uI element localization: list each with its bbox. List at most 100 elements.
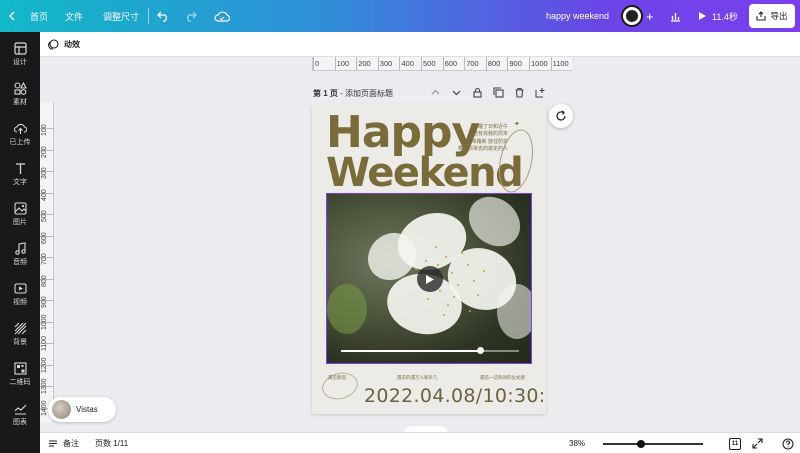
video-progress-fill bbox=[341, 350, 480, 352]
page-title-input[interactable]: 添加页面标题 bbox=[345, 89, 393, 98]
sidebar-item-background[interactable]: 背景 bbox=[0, 314, 40, 354]
ruler-tick bbox=[442, 57, 444, 71]
vistas-thumbnail bbox=[52, 400, 71, 419]
stamen-dot bbox=[415, 268, 417, 270]
avatar[interactable] bbox=[621, 5, 643, 27]
stamen-dot bbox=[453, 296, 455, 298]
cloud-check-icon bbox=[214, 11, 230, 22]
export-button[interactable]: 导出 bbox=[749, 4, 795, 28]
ruler-label: 1200 bbox=[41, 356, 48, 373]
fullscreen-button[interactable] bbox=[752, 433, 763, 453]
lock-icon[interactable] bbox=[472, 87, 483, 98]
stamen-dot bbox=[469, 310, 471, 312]
ruler-label: 1100 bbox=[552, 59, 569, 68]
play-button[interactable] bbox=[417, 266, 443, 292]
regenerate-button[interactable] bbox=[549, 104, 573, 128]
notes-button[interactable]: 备注 bbox=[48, 433, 79, 453]
chevron-left-icon bbox=[8, 11, 15, 21]
sidebar-item-qr-code[interactable]: 二维码 bbox=[0, 354, 40, 394]
design-page[interactable]: Happy Weekend 睡了日和近午 还有找我的周末 探味路新 放任防护 带… bbox=[312, 105, 546, 414]
sidebar-label: 文字 bbox=[13, 178, 27, 186]
stamen-dot bbox=[435, 246, 437, 248]
headline-weekend[interactable]: Weekend bbox=[326, 153, 524, 193]
animate-button[interactable]: 动效 bbox=[64, 39, 80, 50]
sidebar-item-design[interactable]: 设计 bbox=[0, 34, 40, 74]
duplicate-icon[interactable] bbox=[493, 87, 504, 98]
insights-button[interactable] bbox=[670, 0, 681, 32]
zoom-level[interactable]: 38% bbox=[569, 433, 585, 453]
trash-icon[interactable] bbox=[514, 87, 525, 98]
add-page-icon[interactable] bbox=[535, 87, 546, 98]
ring-decoration[interactable] bbox=[319, 368, 361, 404]
ruler-label: 300 bbox=[41, 167, 48, 179]
video-icon bbox=[13, 282, 27, 294]
file-menu[interactable]: 文件 bbox=[65, 0, 83, 32]
stamen-dot bbox=[473, 280, 475, 282]
document-title[interactable]: happy weekend bbox=[546, 0, 609, 32]
notes-label: 备注 bbox=[63, 439, 79, 448]
sidebar-label: 视频 bbox=[13, 298, 27, 306]
video-element[interactable] bbox=[326, 193, 532, 364]
ruler-tick bbox=[356, 57, 358, 71]
ruler-label: 500 bbox=[41, 210, 48, 222]
datetime-text[interactable]: 2022.04.08/10:30:50 bbox=[364, 385, 546, 407]
upload-cloud-icon bbox=[13, 123, 27, 134]
sidebar-label: 设计 bbox=[13, 58, 27, 66]
sidebar-label: 背景 bbox=[13, 338, 27, 346]
zoom-slider[interactable] bbox=[603, 440, 703, 448]
sidebar-label: 素材 bbox=[13, 98, 27, 106]
ruler-label: 1400 bbox=[41, 399, 48, 416]
present-button[interactable]: 11.4秒 bbox=[698, 0, 738, 32]
ruler-label: 1000 bbox=[41, 313, 48, 330]
notes-icon bbox=[49, 440, 57, 447]
background-icon bbox=[14, 322, 26, 334]
video-progress-handle[interactable] bbox=[476, 347, 484, 354]
ruler-label: 1300 bbox=[41, 378, 48, 394]
page-header: 第 1 页 - 添加页面标题 bbox=[313, 88, 393, 99]
sidebar-item-charts[interactable]: 图表 bbox=[0, 394, 40, 434]
redo-icon bbox=[187, 11, 197, 22]
sidebar: 设计 素材 已上传 文字 图片 音频 视频 背景 二维码 图表 bbox=[0, 32, 40, 453]
ruler-tick bbox=[507, 57, 509, 71]
vistas-pill[interactable]: Vistas bbox=[48, 397, 116, 422]
caption-left[interactable]: 遇见新塔 bbox=[328, 375, 346, 381]
resize-menu[interactable]: 调整尺寸 bbox=[103, 0, 139, 32]
help-button[interactable] bbox=[782, 433, 794, 453]
chevron-down-icon[interactable] bbox=[451, 87, 462, 98]
sidebar-item-text[interactable]: 文字 bbox=[0, 154, 40, 194]
ruler-label: 400 bbox=[401, 59, 414, 68]
zoom-slider-handle[interactable] bbox=[637, 440, 645, 448]
ruler-tick bbox=[529, 57, 530, 71]
sidebar-item-elements[interactable]: 素材 bbox=[0, 74, 40, 114]
redo-button[interactable] bbox=[184, 0, 197, 32]
share-add-button[interactable]: + bbox=[646, 0, 654, 32]
poem-line: 带上科常去的故定的人 bbox=[457, 145, 508, 152]
sidebar-item-uploads[interactable]: 已上传 bbox=[0, 114, 40, 154]
caption-middle[interactable]: 遇见的遇万人和幸几 bbox=[397, 375, 438, 381]
ruler-tick bbox=[377, 57, 379, 71]
sidebar-item-photos[interactable]: 图片 bbox=[0, 194, 40, 234]
ruler-horizontal[interactable]: 0 100 200 300 400 500 600 700 800 900 1000 1100 bbox=[312, 57, 572, 71]
chevron-up-icon[interactable] bbox=[430, 87, 441, 98]
export-icon bbox=[756, 11, 767, 21]
home-button[interactable]: 首页 bbox=[8, 0, 48, 32]
ruler-label: 600 bbox=[41, 231, 48, 244]
video-progress-bar[interactable] bbox=[341, 347, 519, 354]
save-status-button[interactable] bbox=[214, 0, 230, 32]
page-count[interactable]: 页数 1/11 bbox=[95, 433, 128, 453]
page-separator: - bbox=[337, 89, 346, 98]
stamen-dot bbox=[427, 298, 429, 300]
poem-text[interactable]: 睡了日和近午 还有找我的周末 探味路新 放任防护 带上科常去的故定的人 bbox=[440, 124, 508, 153]
sidebar-item-video[interactable]: 视频 bbox=[0, 274, 40, 314]
ruler-label: 700 bbox=[466, 59, 479, 68]
layout-icon bbox=[13, 41, 27, 55]
play-icon bbox=[699, 12, 706, 20]
caption-right[interactable]: 遇见一切热闹的仪式感 bbox=[480, 375, 525, 381]
bar-chart-icon bbox=[671, 12, 680, 22]
sidebar-item-audio[interactable]: 音频 bbox=[0, 234, 40, 274]
bottom-bar: 备注 页数 1/11 38% 11 bbox=[40, 432, 800, 453]
ruler-vertical[interactable]: 100 200 300 400 500 600 700 800 900 1000 1100 1200 1… bbox=[40, 102, 54, 422]
undo-button[interactable] bbox=[157, 0, 170, 32]
grid-view-button[interactable]: 11 bbox=[729, 433, 741, 453]
stamen-dot bbox=[447, 304, 449, 306]
